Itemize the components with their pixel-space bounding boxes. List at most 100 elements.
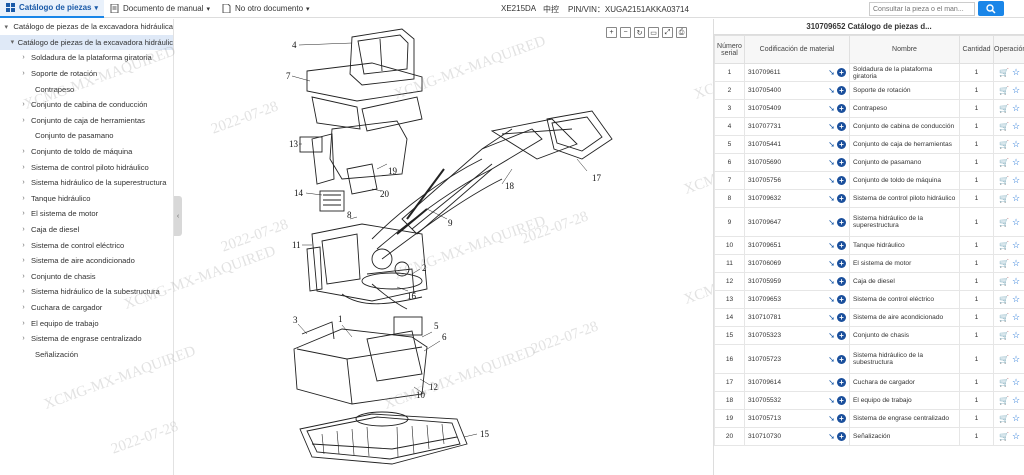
column-header-name[interactable]: Nombre	[849, 35, 960, 64]
link-arrow-icon[interactable]: ➘	[828, 414, 835, 423]
chevron-right-icon[interactable]: ›	[19, 101, 28, 108]
add-icon[interactable]: +	[837, 86, 846, 95]
star-icon[interactable]: ☆	[1012, 67, 1020, 78]
table-row[interactable]: 10 310709651 ➘ + Tanque hidráulico 1 🛒 ☆	[714, 236, 1024, 255]
tree-item[interactable]: › Soporte de rotación	[0, 66, 173, 82]
tab-manual-document[interactable]: Documento de manual ▾	[104, 0, 216, 18]
tab-other-document[interactable]: No otro documento ▾	[216, 0, 316, 18]
chevron-right-icon[interactable]: ›	[19, 273, 28, 280]
cart-icon[interactable]: 🛒	[999, 176, 1009, 185]
callout-label[interactable]: 6	[442, 332, 447, 342]
table-row[interactable]: 12 310705959 ➘ + Caja de diesel 1 🛒 ☆	[714, 272, 1024, 291]
table-row[interactable]: 3 310705409 ➘ + Contrapeso 1 🛒 ☆	[714, 99, 1024, 118]
chevron-right-icon[interactable]: ›	[19, 179, 28, 186]
chevron-down-icon[interactable]: ▾	[2, 23, 10, 31]
add-icon[interactable]: +	[837, 158, 846, 167]
column-header-code[interactable]: Codificación de material	[744, 35, 850, 64]
cart-icon[interactable]: 🛒	[999, 122, 1009, 131]
chevron-right-icon[interactable]: ›	[19, 70, 28, 77]
link-arrow-icon[interactable]: ➘	[828, 68, 835, 77]
table-row[interactable]: 11 310706069 ➘ + El sistema de motor 1 🛒 ☆	[714, 254, 1024, 273]
tree-item[interactable]: › Soldadura de la plataforma giratoria	[0, 50, 173, 66]
link-arrow-icon[interactable]: ➘	[828, 218, 835, 227]
table-row[interactable]: 6 310705690 ➘ + Conjunto de pasamano 1 🛒 ☆	[714, 153, 1024, 172]
table-row[interactable]: 1 310709611 ➘ + Soldadura de la plataforma g…	[714, 63, 1024, 82]
link-arrow-icon[interactable]: ➘	[828, 355, 835, 364]
fit-icon[interactable]: ▭	[648, 27, 659, 38]
add-icon[interactable]: +	[837, 354, 846, 364]
cart-icon[interactable]: 🛒	[999, 414, 1009, 423]
link-arrow-icon[interactable]: ➘	[828, 176, 835, 185]
table-row[interactable]: 15 310705323 ➘ + Conjunto de chasis 1 🛒 ☆	[714, 326, 1024, 345]
add-icon[interactable]: +	[837, 176, 846, 185]
zoom-out-icon[interactable]: −	[620, 27, 631, 38]
callout-label[interactable]: 17	[592, 173, 601, 183]
table-row[interactable]: 20 310710730 ➘ + Señalización 1 🛒 ☆	[714, 427, 1024, 446]
tree-item[interactable]: Señalización	[0, 346, 173, 362]
table-row[interactable]: 5 310705441 ➘ + Conjunto de caja de herramie…	[714, 135, 1024, 154]
chevron-right-icon[interactable]: ›	[19, 195, 28, 202]
tree-item[interactable]: › Conjunto de chasis	[0, 269, 173, 285]
star-icon[interactable]: ☆	[1012, 395, 1020, 406]
column-header-number[interactable]: Número serial	[714, 35, 745, 64]
callout-label[interactable]: 15	[480, 429, 489, 439]
link-arrow-icon[interactable]: ➘	[828, 104, 835, 113]
add-icon[interactable]: +	[837, 104, 846, 113]
cart-icon[interactable]: 🛒	[999, 396, 1009, 405]
tree-item[interactable]: Contrapeso	[0, 81, 173, 97]
callout-label[interactable]: 14	[294, 188, 303, 198]
language-label[interactable]: 中控	[543, 4, 559, 15]
cart-icon[interactable]: 🛒	[999, 194, 1009, 203]
callout-label[interactable]: 3	[293, 315, 298, 325]
link-arrow-icon[interactable]: ➘	[828, 396, 835, 405]
star-icon[interactable]: ☆	[1012, 139, 1020, 150]
chevron-right-icon[interactable]: ›	[19, 257, 28, 264]
chevron-right-icon[interactable]: ›	[19, 210, 28, 217]
cart-icon[interactable]: 🛒	[999, 104, 1009, 113]
table-row[interactable]: 17 310709614 ➘ + Cuchara de cargador 1 🛒 ☆	[714, 373, 1024, 392]
tree-item[interactable]: › El sistema de motor	[0, 206, 173, 222]
tree-item[interactable]: › Caja de diesel	[0, 222, 173, 238]
chevron-right-icon[interactable]: ›	[19, 288, 28, 295]
add-icon[interactable]: +	[837, 331, 846, 340]
star-icon[interactable]: ☆	[1012, 103, 1020, 114]
cart-icon[interactable]: 🛒	[999, 259, 1009, 268]
table-row[interactable]: 18 310705532 ➘ + El equipo de trabajo 1 🛒 ☆	[714, 391, 1024, 410]
table-row[interactable]: 8 310709632 ➘ + Sistema de control piloto hi…	[714, 189, 1024, 208]
zoom-in-icon[interactable]: +	[606, 27, 617, 38]
sidebar-collapse-handle[interactable]: ‹	[174, 196, 182, 236]
search-button[interactable]	[978, 1, 1004, 16]
link-arrow-icon[interactable]: ➘	[828, 378, 835, 387]
cart-icon[interactable]: 🛒	[999, 140, 1009, 149]
chevron-right-icon[interactable]: ›	[19, 148, 28, 155]
cart-icon[interactable]: 🛒	[999, 313, 1009, 322]
cart-icon[interactable]: 🛒	[999, 68, 1009, 77]
callout-label[interactable]: 10	[416, 390, 425, 400]
tree-item[interactable]: › Sistema de control piloto hidráulico	[0, 159, 173, 175]
cart-icon[interactable]: 🛒	[999, 295, 1009, 304]
callout-label[interactable]: 11	[292, 240, 301, 250]
rotate-icon[interactable]: ↻	[634, 27, 645, 38]
link-arrow-icon[interactable]: ➘	[828, 277, 835, 286]
add-icon[interactable]: +	[837, 396, 846, 405]
callout-label[interactable]: 19	[388, 166, 397, 176]
chevron-right-icon[interactable]: ›	[19, 54, 28, 61]
star-icon[interactable]: ☆	[1012, 294, 1020, 305]
callout-label[interactable]: 1	[338, 314, 343, 324]
star-icon[interactable]: ☆	[1012, 175, 1020, 186]
table-row[interactable]: 13 310709653 ➘ + Sistema de control eléctric…	[714, 290, 1024, 309]
link-arrow-icon[interactable]: ➘	[828, 241, 835, 250]
chevron-right-icon[interactable]: ›	[19, 226, 28, 233]
add-icon[interactable]: +	[837, 194, 846, 203]
tree-item[interactable]: › Sistema de engrase centralizado	[0, 331, 173, 347]
add-icon[interactable]: +	[837, 378, 846, 387]
star-icon[interactable]: ☆	[1012, 413, 1020, 424]
chevron-down-icon[interactable]: ▾	[10, 38, 15, 46]
cart-icon[interactable]: 🛒	[999, 331, 1009, 340]
add-icon[interactable]: +	[837, 122, 846, 131]
add-icon[interactable]: +	[837, 68, 846, 77]
star-icon[interactable]: ☆	[1012, 121, 1020, 132]
link-arrow-icon[interactable]: ➘	[828, 432, 835, 441]
cart-icon[interactable]: 🛒	[999, 86, 1009, 95]
add-icon[interactable]: +	[837, 241, 846, 250]
